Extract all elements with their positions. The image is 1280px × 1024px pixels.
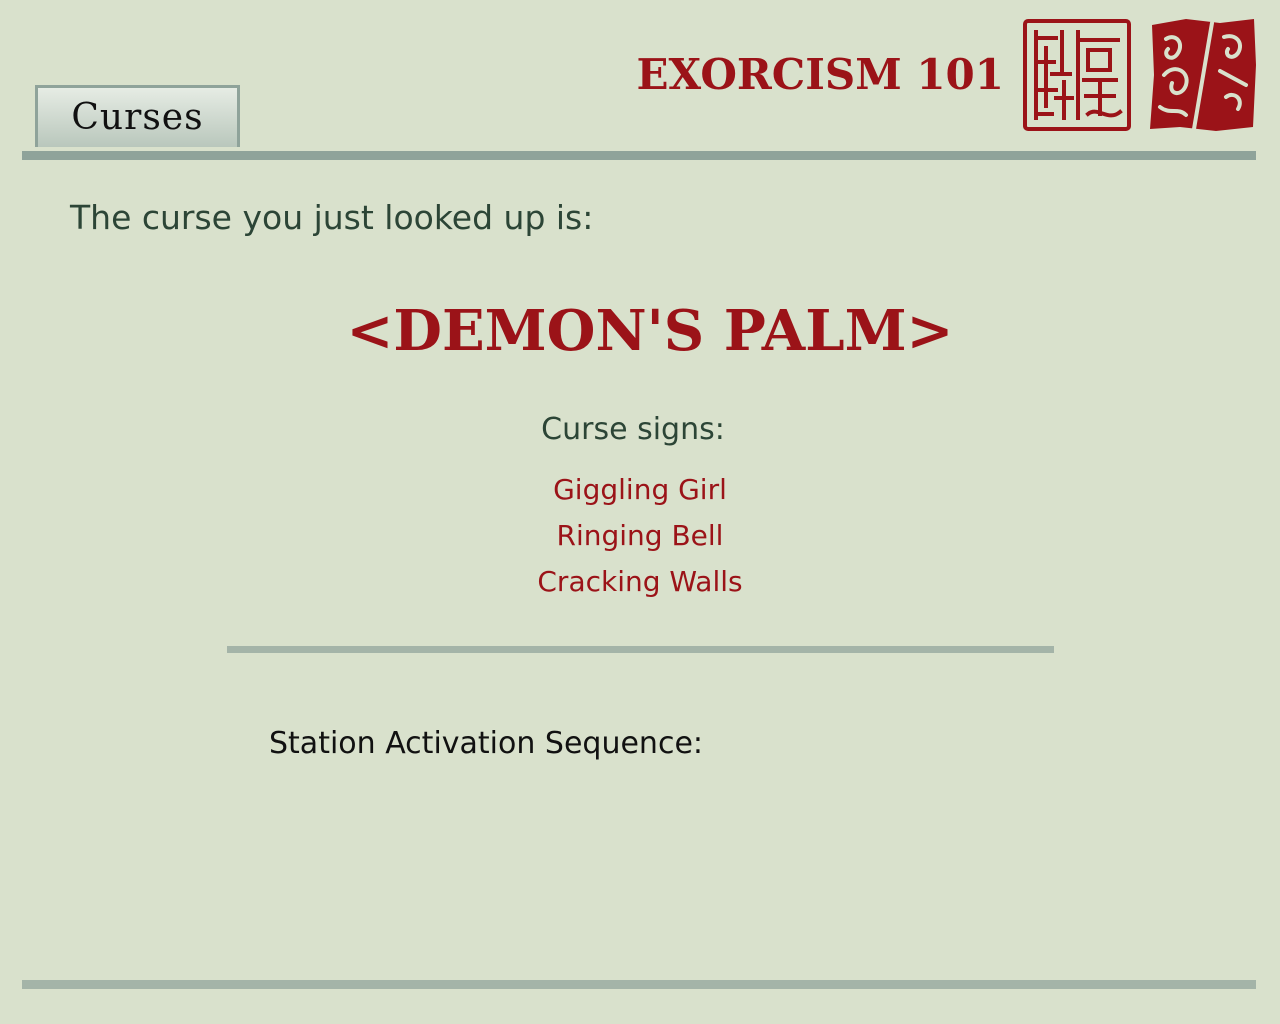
header-divider — [22, 151, 1256, 160]
curse-signs-list: Giggling Girl Ringing Bell Cracking Wall… — [0, 472, 1280, 610]
seal-stamp-icon — [1150, 19, 1256, 131]
list-item: Ringing Bell — [556, 519, 724, 552]
list-item: Cracking Walls — [537, 565, 743, 598]
tab-curses[interactable]: Curses — [35, 85, 240, 147]
curse-name: <DEMON'S PALM> — [346, 298, 954, 364]
footer-divider — [22, 980, 1256, 989]
seal-stamp-icon — [1023, 19, 1131, 131]
station-activation-label: Station Activation Sequence: — [269, 726, 704, 761]
intro-text: The curse you just looked up is: — [70, 198, 594, 237]
list-item: Giggling Girl — [553, 473, 727, 506]
curse-signs-label: Curse signs: — [541, 412, 725, 447]
tab-curses-label: Curses — [71, 97, 204, 138]
app-title: EXORCISM 101 — [636, 50, 1004, 99]
section-divider — [227, 646, 1054, 653]
